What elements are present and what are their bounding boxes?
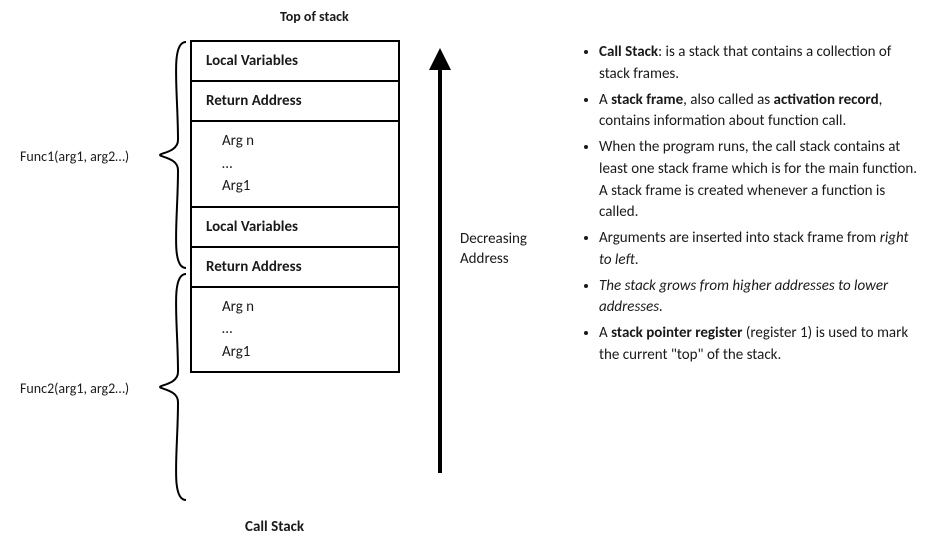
bullet-call-stack: Call Stack: is a stack that contains a c… [599, 42, 920, 86]
text: A [599, 324, 611, 342]
text: . [635, 251, 639, 269]
bullet-grows-direction: The stack grows from higher addresses to… [599, 276, 920, 320]
frame2-return-addr: Return Address [192, 248, 398, 288]
bullet-main-frame: When the program runs, the call stack co… [599, 137, 920, 224]
frame1-args: Arg n … Arg1 [192, 122, 398, 208]
arrow-label-line2: Address [460, 250, 527, 270]
brace-func1-icon [158, 40, 188, 270]
frame2-ellipsis: … [222, 318, 384, 341]
diagram-canvas: Top of stack Local Variables Return Addr… [0, 0, 941, 560]
text-bold: stack pointer register [611, 324, 742, 342]
text: , also called as [683, 91, 773, 109]
func1-label: Func1(arg1, arg2…) [20, 148, 129, 165]
frame1-return-addr: Return Address [192, 82, 398, 122]
text-bold: Call Stack [599, 43, 658, 61]
func2-label: Func2(arg1, arg2…) [20, 380, 129, 397]
description-bullets: Call Stack: is a stack that contains a c… [575, 42, 920, 371]
brace-func2-icon [158, 272, 188, 502]
top-of-stack-label: Top of stack [280, 8, 349, 25]
frame2-arg-n: Arg n [222, 296, 384, 319]
frame1-local-vars: Local Variables [192, 42, 398, 82]
call-stack-box: Local Variables Return Address Arg n … A… [190, 40, 400, 373]
text: A [599, 91, 611, 109]
frame2-local-vars: Local Variables [192, 208, 398, 248]
frame1-ellipsis: … [222, 153, 384, 176]
call-stack-label: Call Stack [245, 518, 304, 536]
text: Arguments are inserted into stack frame … [599, 229, 880, 247]
arrow-label: Decreasing Address [460, 230, 527, 269]
frame1-arg-n: Arg n [222, 130, 384, 153]
frame1-arg-1: Arg1 [222, 175, 384, 198]
frame2-arg-1: Arg1 [222, 341, 384, 364]
text-italic: The stack grows from higher addresses to… [599, 277, 888, 317]
bullet-args-order: Arguments are inserted into stack frame … [599, 228, 920, 272]
text-bold: stack frame [611, 91, 683, 109]
decreasing-address-arrow-icon [425, 48, 455, 478]
bullet-stack-frame: A stack frame, also called as activation… [599, 90, 920, 134]
text-bold: activation record [774, 91, 879, 109]
arrow-label-line1: Decreasing [460, 230, 527, 250]
frame2-args: Arg n … Arg1 [192, 288, 398, 374]
bullet-stack-pointer: A stack pointer register (register 1) is… [599, 323, 920, 367]
